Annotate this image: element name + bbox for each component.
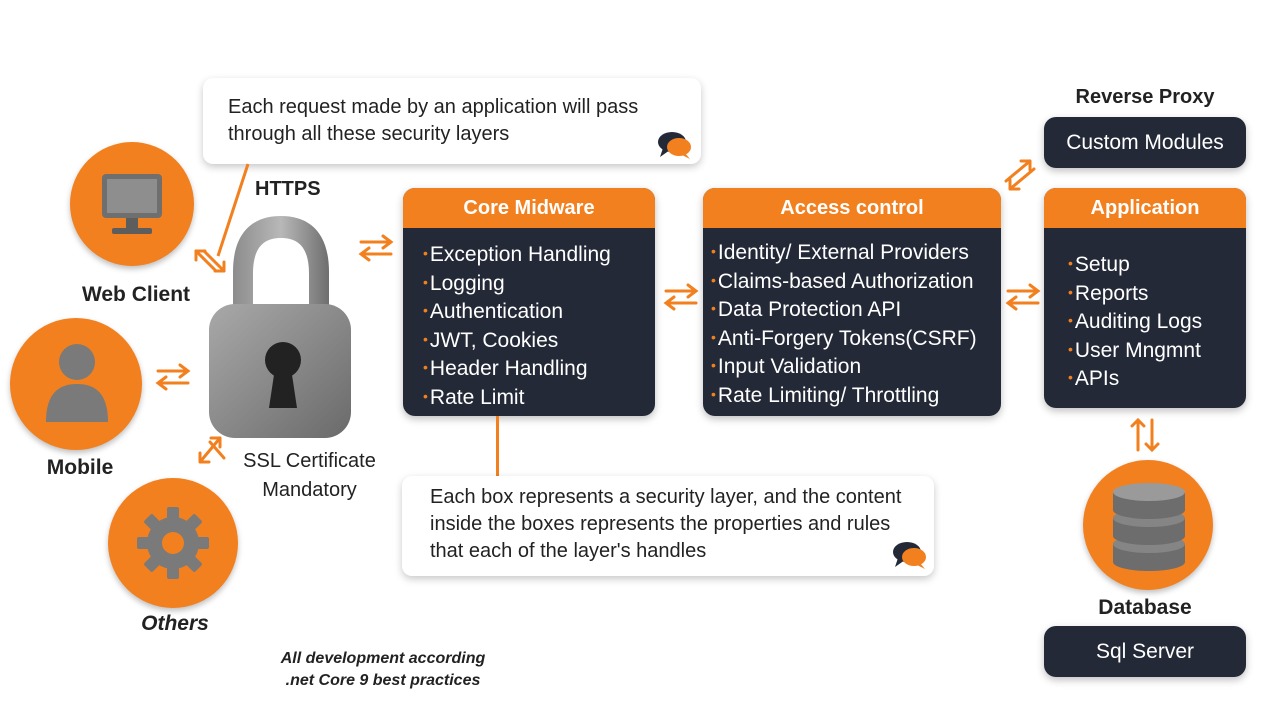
access-control-title: Access control (703, 188, 1001, 228)
list-item: Rate Limiting/ Throttling (711, 381, 977, 410)
chat-bubble-icon (893, 542, 926, 569)
list-item: JWT, Cookies (423, 326, 611, 355)
mobile-circle (10, 318, 142, 450)
mobile-label: Mobile (46, 456, 114, 479)
access-application-arrow-icon (1005, 283, 1041, 311)
lock-icon (209, 216, 351, 438)
application-title: Application (1044, 188, 1246, 228)
application-list: Setup Reports Auditing Logs User Mngmnt … (1068, 250, 1202, 393)
https-label: HTTPS (255, 178, 321, 200)
callout-top: Each request made by an application will… (203, 78, 701, 164)
others-circle (108, 478, 238, 608)
application-panel: Application Setup Reports Auditing Logs … (1044, 188, 1246, 408)
reverse-proxy-title: Reverse Proxy (1075, 86, 1215, 108)
user-icon (46, 344, 108, 422)
custom-modules-box: Custom Modules (1044, 117, 1246, 168)
database-circle (1083, 460, 1213, 590)
list-item: Auditing Logs (1068, 307, 1202, 336)
list-item: Claims-based Authorization (711, 267, 977, 296)
others-label: Others (141, 612, 209, 635)
access-control-list: Identity/ External Providers Claims-base… (711, 238, 977, 409)
mobile-arrow-icon (155, 363, 191, 391)
lock-core-arrow-icon (358, 234, 394, 262)
list-item: Input Validation (711, 352, 977, 381)
list-item: Identity/ External Providers (711, 238, 977, 267)
list-item: User Mngmnt (1068, 336, 1202, 365)
list-item: Setup (1068, 250, 1202, 279)
callout-bottom-text: Each box represents a security layer, an… (430, 486, 902, 562)
access-proxy-arrow-icon (1004, 159, 1036, 191)
callout-top-text: Each request made by an application will… (228, 96, 639, 145)
web-client-circle (70, 142, 194, 266)
database-icon (1113, 483, 1185, 571)
core-midware-list: Exception Handling Logging Authenticatio… (423, 240, 611, 411)
list-item: Rate Limit (423, 383, 611, 412)
gear-icon (137, 507, 209, 579)
list-item: Anti-Forgery Tokens(CSRF) (711, 324, 977, 353)
list-item: Header Handling (423, 354, 611, 383)
core-access-arrow-icon (663, 283, 699, 311)
list-item: Data Protection API (711, 295, 977, 324)
list-item: Logging (423, 269, 611, 298)
list-item: APIs (1068, 364, 1202, 393)
monitor-icon (102, 174, 162, 234)
core-midware-title: Core Midware (403, 188, 655, 228)
callout-bottom: Each box represents a security layer, an… (402, 476, 934, 576)
core-midware-panel: Core Midware Exception Handling Logging … (403, 188, 655, 416)
application-database-arrow-icon (1130, 417, 1160, 453)
list-item: Authentication (423, 297, 611, 326)
footnote: All development according .net Core 9 be… (280, 650, 486, 689)
sql-server-box: Sql Server (1044, 626, 1246, 677)
database-title: Database (1098, 596, 1192, 619)
chat-bubble-icon (658, 132, 691, 159)
access-control-panel: Access control Identity/ External Provid… (703, 188, 1001, 416)
ssl-label: SSL Certificate Mandatory (243, 450, 376, 501)
list-item: Exception Handling (423, 240, 611, 269)
list-item: Reports (1068, 279, 1202, 308)
web-client-label: Web Client (81, 283, 191, 306)
core-callout-connector (496, 416, 499, 478)
